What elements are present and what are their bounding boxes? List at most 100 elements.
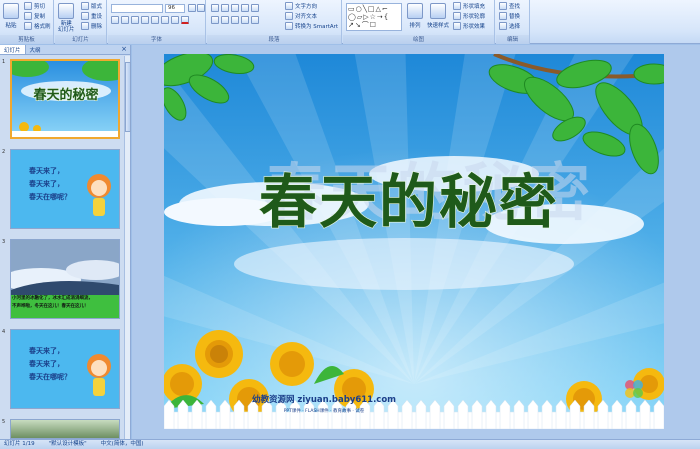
thumbnail-image: 小河里的冰融化了，冰水汇成涓涓细流， 不声哗啦，冬天在这儿！春天在这儿！ — [10, 239, 120, 319]
convert-smartart-button[interactable]: 转换为 SmartArt — [285, 22, 338, 30]
shape-effects-button[interactable]: 形状效果 — [453, 22, 485, 30]
thumb-line: 春天来了， — [29, 359, 64, 368]
caption-line: 小河里的冰融化了，冰水汇成涓涓细流， — [12, 296, 93, 301]
ribbon: 粘贴 剪切 复制 格式刷 剪贴板 新建 幻灯片 版式 重设 删除 幻灯片 96 — [0, 0, 700, 44]
align-text-icon — [285, 12, 293, 20]
slide-background-art: 春天的秘密 春天的秘密 幼教资源网 ziyuan.baby611.com PPT… — [164, 54, 664, 429]
caption-line: 不声哗啦，冬天在这儿！春天在这儿！ — [12, 304, 89, 309]
current-slide[interactable]: 春天的秘密 春天的秘密 幼教资源网 ziyuan.baby611.com PPT… — [164, 54, 664, 429]
thumbnail-image: 春天来了， 春天来了， 春天在哪呢？ — [10, 329, 120, 409]
strikethrough-icon[interactable] — [141, 16, 149, 24]
reset-icon — [81, 12, 89, 20]
bullets-icon[interactable] — [211, 4, 219, 12]
numbering-icon[interactable] — [221, 4, 229, 12]
grow-font-icon[interactable] — [188, 4, 196, 12]
reset-button[interactable]: 重设 — [81, 12, 102, 20]
select-button[interactable]: 选择 — [499, 22, 520, 30]
shadow-icon[interactable] — [151, 16, 159, 24]
quick-styles-icon — [430, 3, 446, 19]
thumb-line: 春天在哪呢？ — [29, 372, 71, 381]
language-indicator[interactable]: 中文(简体，中国) — [101, 440, 144, 449]
font-name-field[interactable] — [111, 4, 163, 13]
paste-label: 粘贴 — [5, 23, 17, 29]
thumbnail-art: 春天的秘密 — [12, 61, 118, 137]
align-buttons — [211, 16, 259, 24]
shape-fill-label: 形状填充 — [463, 4, 486, 10]
spacing-icon[interactable] — [161, 16, 169, 24]
girl-figure-icon — [87, 354, 111, 396]
status-bar: 幻灯片 1/19 "默认设计模板" 中文(简体，中国) — [0, 439, 700, 449]
italic-icon[interactable] — [121, 16, 129, 24]
text-direction-button[interactable]: 文字方向 — [285, 2, 317, 10]
layout-button[interactable]: 版式 — [81, 2, 102, 10]
bold-icon[interactable] — [111, 16, 119, 24]
paste-button[interactable]: 粘贴 — [3, 3, 19, 29]
girl-figure-icon — [87, 174, 111, 216]
scissors-icon — [24, 2, 32, 10]
cut-label: 剪切 — [34, 4, 46, 10]
slide-thumbnail-pane: 幻灯片 大纲 × 1 春天的秘密 2 春天来了， 春天来了， 春天在哪呢？ 3 … — [0, 45, 131, 439]
replace-button[interactable]: 替换 — [499, 12, 520, 20]
format-painter-button[interactable]: 格式刷 — [24, 22, 51, 30]
slide-number: 1 — [2, 59, 6, 65]
delete-icon — [81, 22, 89, 30]
text-direction-icon — [285, 2, 293, 10]
align-right-icon[interactable] — [231, 16, 239, 24]
convert-smartart-label: 转换为 SmartArt — [295, 24, 339, 30]
quick-styles-label: 快速样式 — [427, 23, 450, 29]
tab-outline[interactable]: 大纲 — [26, 45, 45, 54]
decrease-indent-icon[interactable] — [231, 4, 239, 12]
thumb-text: 春天来了， 春天来了， 春天在哪呢？ — [29, 164, 71, 203]
find-button[interactable]: 查找 — [499, 2, 520, 10]
outline-icon — [453, 12, 461, 20]
reset-label: 重设 — [91, 14, 103, 20]
effects-icon — [453, 22, 461, 30]
editing-group-label: 编辑 — [496, 35, 529, 44]
font-size-field[interactable]: 96 — [165, 4, 185, 13]
arrange-label: 排列 — [409, 23, 421, 29]
align-left-icon[interactable] — [211, 16, 219, 24]
underline-icon[interactable] — [131, 16, 139, 24]
slide-editing-area: 春天的秘密 春天的秘密 幼教资源网 ziyuan.baby611.com PPT… — [132, 45, 700, 439]
copy-button[interactable]: 复制 — [24, 12, 45, 20]
layout-label: 版式 — [91, 4, 103, 10]
paragraph-group-label: 段落 — [207, 35, 341, 44]
clipboard-group-label: 剪贴板 — [0, 35, 53, 44]
paste-icon — [3, 3, 19, 19]
columns-icon[interactable] — [251, 16, 259, 24]
thumbnail-scrollbar[interactable] — [124, 56, 131, 439]
drawing-group-label: 绘图 — [343, 35, 494, 44]
increase-indent-icon[interactable] — [241, 4, 249, 12]
shape-outline-button[interactable]: 形状轮廓 — [453, 12, 485, 20]
font-color-icon[interactable] — [181, 16, 189, 24]
line-spacing-icon[interactable] — [251, 4, 259, 12]
tab-slides[interactable]: 幻灯片 — [0, 45, 26, 54]
scrollbar-thumb[interactable] — [125, 62, 131, 132]
change-case-icon[interactable] — [171, 16, 179, 24]
thumb-text: 春天来了， 春天来了， 春天在哪呢？ — [29, 344, 71, 383]
align-center-icon[interactable] — [221, 16, 229, 24]
align-text-button[interactable]: 对齐文本 — [285, 12, 317, 20]
list-buttons — [211, 4, 259, 12]
cut-button[interactable]: 剪切 — [24, 2, 45, 10]
justify-icon[interactable] — [241, 16, 249, 24]
shape-fill-button[interactable]: 形状填充 — [453, 2, 485, 10]
slide-number: 3 — [2, 239, 6, 245]
font-format-buttons — [111, 16, 189, 24]
slide-title[interactable]: 春天的秘密 — [258, 167, 559, 236]
thumbnail-image: 春天来了， 春天来了， 春天在哪呢？ — [10, 149, 120, 229]
thumb-caption: 小河里的冰融化了，冰水汇成涓涓细流， 不声哗啦，冬天在这儿！春天在这儿！ — [11, 295, 119, 318]
arrange-button[interactable]: 排列 — [407, 3, 423, 29]
shapes-gallery[interactable]: ▭○╲□△⌐ ◯▱▷☆➝{↗↘⌒☐ — [346, 3, 402, 31]
replace-icon — [499, 12, 507, 20]
fill-icon — [453, 2, 461, 10]
close-pane-icon[interactable]: × — [121, 45, 130, 54]
shrink-font-icon[interactable] — [197, 4, 205, 12]
delete-slide-button[interactable]: 删除 — [81, 22, 102, 30]
quick-styles-button[interactable]: 快速样式 — [427, 3, 449, 29]
thumb-line: 春天来了， — [29, 179, 64, 188]
new-slide-button[interactable]: 新建 幻灯片 — [58, 3, 75, 33]
slide-number: 4 — [2, 329, 6, 335]
arrange-icon — [407, 3, 423, 19]
pane-tabs: 幻灯片 大纲 × — [0, 45, 130, 55]
